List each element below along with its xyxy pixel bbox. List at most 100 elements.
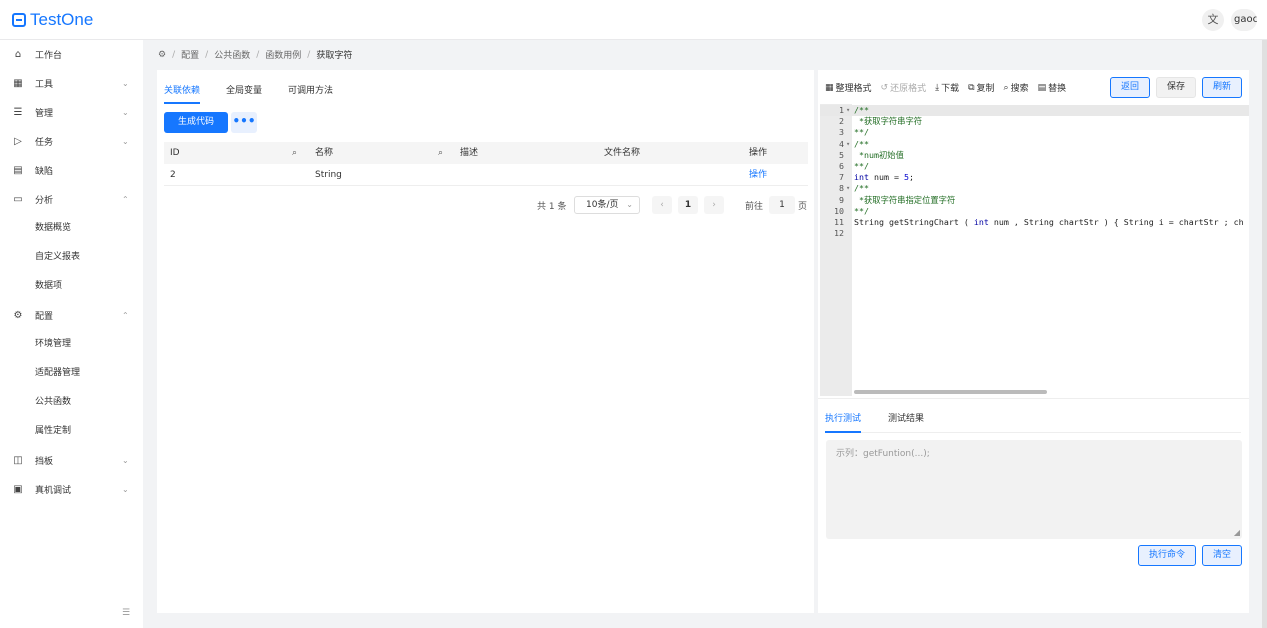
breadcrumb-separator: / [205,49,209,60]
line-number: 6 [839,161,844,171]
command-placeholder: 示列：getFuntion(...); [836,449,930,459]
translate-icon[interactable]: 文 [1202,9,1224,31]
chevron-down-icon: ⌄ [122,79,129,88]
format-label: 整理格式 [835,84,872,94]
page-size-value: 10条/页 [586,200,619,210]
sidebar-item-baffle[interactable]: ◫ 挡板 ⌄ [0,446,143,475]
horizontal-scrollbar[interactable] [854,390,1047,394]
page-size-select[interactable]: 10条/页 ⌄ [574,196,640,214]
chevron-down-icon: ⌄ [122,108,129,117]
sidebar-item-manage[interactable]: ☰ 管理 ⌄ [0,98,143,127]
sidebar-subitem-data-overview[interactable]: 数据概览 [35,214,71,243]
sidebar-subitem-attr-custom[interactable]: 属性定制 [35,417,71,446]
panel-icon: ◫ [13,455,23,466]
fold-toggle-icon[interactable]: ▾ [846,183,850,194]
column-header-desc: 描述 [460,148,479,158]
collapse-sidebar-icon[interactable]: ☰ [122,608,130,618]
file-icon: ▤ [13,165,23,176]
fold-toggle-icon[interactable]: ▾ [846,105,850,116]
cell-id: 2 [170,170,176,180]
refresh-button[interactable]: 刷新 [1202,77,1242,98]
device-icon: ▣ [13,484,23,495]
code-text: **/ [854,127,869,138]
search-icon[interactable]: ⌕ [438,142,443,164]
breadcrumb-separator: / [172,49,176,60]
sidebar-item-analysis[interactable]: ▭ 分析 ⌃ [0,185,143,214]
sidebar-item-defect[interactable]: ▤ 缺陷 [0,156,143,185]
sidebar-subitem-data-items[interactable]: 数据项 [35,272,62,301]
sidebar-item-tools[interactable]: ▦ 工具 ⌄ [0,69,143,98]
chevron-down-icon: ⌄ [626,200,633,209]
goto-page-input[interactable]: 1 [769,196,795,214]
settings-icon[interactable]: ⚙ [158,50,166,60]
copy-label: 复制 [976,84,995,94]
generate-code-button[interactable]: 生成代码 [164,112,228,133]
logo-text: TestOne [30,10,94,29]
clear-button[interactable]: 清空 [1202,545,1242,566]
sidebar-subitem-custom-report[interactable]: 自定义报表 [35,243,80,272]
run-command-button[interactable]: 执行命令 [1138,545,1196,566]
gear-icon: ⚙ [13,310,23,321]
command-input[interactable]: 示列：getFuntion(...); ◢ [826,440,1242,539]
column-header-filename: 文件名称 [604,148,641,158]
prev-page-button[interactable]: ‹ [652,196,672,214]
line-number: 11 [834,217,844,227]
pagination-total: 共 1 条 [537,202,567,212]
sidebar-item-config[interactable]: ⚙ 配置 ⌃ [0,301,143,330]
search-icon[interactable]: ⌕ [292,142,297,164]
user-avatar[interactable]: gaoc [1231,9,1257,31]
tab-dependencies[interactable]: 关联依赖 [164,83,201,104]
sidebar-item-label: 工具 [35,80,54,90]
code-text: /** [854,138,869,149]
sidebar-subitem-public-func[interactable]: 公共函数 [35,388,71,417]
sidebar-item-label: 任务 [35,138,54,148]
restore-button[interactable]: ↺ 还原格式 [880,81,927,95]
tab-run-test[interactable]: 执行测试 [825,411,862,433]
home-icon: ⌂ [14,49,22,60]
send-icon: ▷ [14,136,22,147]
tab-global-vars[interactable]: 全局变量 [226,83,262,104]
top-header: TestOne 文 gaoc [0,0,1267,40]
code-text: *num初始值 [854,149,904,160]
download-label: 下载 [941,84,960,94]
fold-toggle-icon[interactable]: ▾ [846,139,850,150]
sidebar-item-device-debug[interactable]: ▣ 真机调试 ⌄ [0,475,143,504]
resize-handle-icon[interactable]: ◢ [1234,528,1240,537]
dependency-table: ID ⌕ 名称 ⌕ 描述 文件名称 操作 2 String 操作 [164,142,808,186]
line-number: 2 [839,116,844,127]
more-button[interactable]: ••• [231,112,257,133]
search-button[interactable]: ⌕ 搜索 [1004,81,1029,95]
sidebar-subitem-env[interactable]: 环境管理 [35,330,71,359]
code-text: **/ [854,161,869,171]
line-number: 10 [834,205,844,216]
sidebar-subitem-adapter[interactable]: 适配器管理 [35,359,80,388]
tab-test-result[interactable]: 测试结果 [888,411,924,431]
save-button[interactable]: 保存 [1156,77,1196,98]
code-text: /** [854,105,869,115]
chevron-down-icon: ⌄ [122,485,129,494]
sidebar-item-label: 分析 [35,196,54,206]
back-button[interactable]: 返回 [1110,77,1150,98]
app-logo[interactable]: TestOne [12,10,93,30]
tab-callable-methods[interactable]: 可调用方法 [288,83,333,104]
breadcrumb-item-config[interactable]: 配置 [181,48,199,61]
breadcrumb-item-func-case[interactable]: 函数用例 [265,48,301,61]
left-tabs: 关联依赖 全局变量 可调用方法 [164,83,333,104]
copy-button[interactable]: ⧉ 复制 [968,81,995,95]
next-page-button[interactable]: › [704,196,724,214]
chevron-down-icon: ⌄ [122,137,129,146]
breadcrumb-item-public-func[interactable]: 公共函数 [214,48,250,61]
download-button[interactable]: ⤓ 下载 [935,81,960,95]
line-number: 12 [834,228,844,239]
sidebar-item-workbench[interactable]: ⌂ 工作台 [0,40,143,69]
line-number: 1 [839,105,844,115]
format-button[interactable]: ▦ 整理格式 [825,81,872,95]
row-action-link[interactable]: 操作 [749,164,767,186]
line-number: 9 [839,194,844,205]
sidebar-item-label: 管理 [35,109,54,119]
code-editor[interactable]: 1 ▾/** 2 *获取字符串字符 3 **/4 ▾/** 5 *num初始值 6 **/7 in… [820,104,1249,396]
sidebar-item-task[interactable]: ▷ 任务 ⌄ [0,127,143,156]
replace-button[interactable]: ▤ 替换 [1038,81,1067,95]
undo-icon: ↺ [880,82,889,93]
page-number-1[interactable]: 1 [678,196,698,214]
